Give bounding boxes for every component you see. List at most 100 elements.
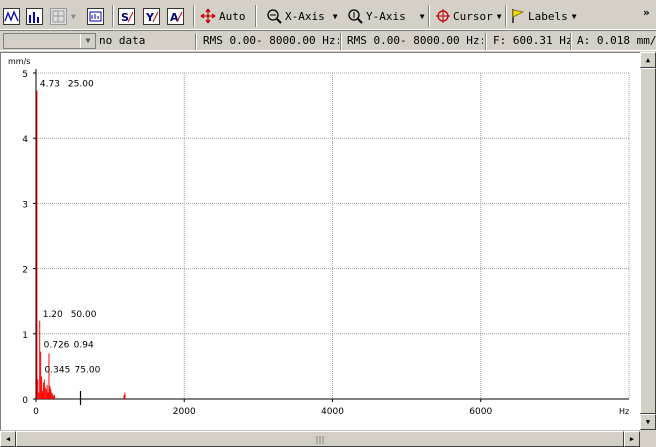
spectrum-bar <box>36 90 38 399</box>
y-tick-label: 2 <box>22 266 28 276</box>
y-axis-label: Y-Axis <box>366 9 406 23</box>
zoom-y-icon <box>348 9 363 24</box>
peak-order-label: 50.00 <box>71 310 97 320</box>
peak-order-label: 25.00 <box>68 80 94 90</box>
y-axis-menu[interactable]: Y-Axis ▼ <box>347 6 425 26</box>
peak-amplitude-label: 4.73 <box>40 80 60 90</box>
scale-a-icon: A <box>167 7 184 25</box>
toolbar-separator <box>505 5 507 27</box>
y-tick-label: 3 <box>22 200 28 210</box>
status-divider <box>570 33 572 50</box>
horizontal-scroll-thumb[interactable] <box>16 431 624 447</box>
spectrum-bar <box>54 395 56 399</box>
spectrum-bar <box>47 392 49 399</box>
filter-button[interactable] <box>87 6 104 26</box>
chevron-down-icon[interactable]: ▼ <box>80 34 95 48</box>
chevron-down-icon: ▼ <box>571 11 577 21</box>
spectrum-bar <box>38 392 40 399</box>
scrollbar-corner <box>640 430 656 447</box>
grid-view-icon <box>50 7 67 25</box>
spectrum-bar <box>53 395 55 399</box>
horizontal-scrollbar[interactable]: ◀ ▶ <box>0 430 640 447</box>
spectrum-bar <box>43 379 45 399</box>
peak-order-label: 75.00 <box>75 366 101 376</box>
spectrum-bar <box>39 320 41 399</box>
scale-y-button[interactable]: Y <box>143 6 160 26</box>
toolbar-overflow-button[interactable]: » <box>643 2 650 22</box>
flag-icon <box>512 9 525 23</box>
chevron-down-icon: ▼ <box>332 11 338 21</box>
x-axis-menu[interactable]: X-Axis ▼ <box>266 6 338 26</box>
vertical-scrollbar[interactable]: ▲ ▼ <box>640 52 656 430</box>
y-unit-label: mm/s <box>8 57 30 66</box>
status-divider <box>340 33 342 50</box>
amplitude-readout: A: 0.018 mm/s <box>577 34 656 47</box>
y-tick-label: 1 <box>22 331 28 341</box>
scroll-left-button[interactable]: ◀ <box>0 431 16 447</box>
vertical-scroll-thumb[interactable] <box>640 68 656 414</box>
measurement-select[interactable]: ▼ <box>3 33 96 49</box>
peak-amplitude-label: 0.726 <box>44 341 70 351</box>
move-arrows-icon <box>200 8 216 24</box>
spectrum-chart[interactable]: 0 1 2 3 4 5 0 2000 4000 6000 mm/s Hz 4.73 25.00 1.20 50… <box>1 53 640 430</box>
rms-readout-1: RMS 0.00- 8000.00 Hz: 9 <box>203 34 339 47</box>
cursor-menu[interactable]: Cursor ▼ <box>435 6 502 26</box>
cursor-label: Cursor <box>453 9 493 23</box>
chevron-down-icon: ▼ <box>419 11 425 21</box>
scroll-down-button[interactable]: ▼ <box>640 414 656 430</box>
auto-label: Auto <box>219 9 246 23</box>
spectrum-bar <box>123 395 125 399</box>
y-tick-label: 5 <box>22 70 28 80</box>
x-unit-label: Hz <box>619 407 629 416</box>
spectrum-bar <box>37 379 39 399</box>
toolbar-separator <box>255 5 257 27</box>
spectrum-bar <box>40 351 42 399</box>
status-bar: ▼ no data RMS 0.00- 8000.00 Hz: 9 RMS 0.… <box>0 30 656 51</box>
spectrum-bar <box>41 376 43 399</box>
filter-icon <box>87 7 104 25</box>
spectrum-bar <box>124 392 126 399</box>
scale-a-button[interactable]: A <box>167 6 184 26</box>
scroll-right-button[interactable]: ▶ <box>624 431 640 447</box>
spectrum-bar <box>42 382 44 399</box>
spectrum-bar <box>45 389 47 399</box>
x-axis-label: X-Axis <box>285 9 325 23</box>
scale-s-button[interactable]: S <box>118 6 135 26</box>
view-mode-dropdown[interactable]: ▼ <box>50 6 76 26</box>
grip-icon <box>316 436 324 444</box>
auto-button[interactable]: Auto <box>200 6 246 26</box>
peak-amplitude-label: 0.345 <box>45 366 71 376</box>
scale-s-icon: S <box>118 7 135 25</box>
spectrum-bar <box>48 353 50 399</box>
spectrum-bar <box>52 393 54 399</box>
waveform-icon <box>3 7 20 25</box>
scroll-up-button[interactable]: ▲ <box>640 52 656 68</box>
spectrum-bar <box>49 385 51 399</box>
scale-y-icon: Y <box>143 7 160 25</box>
toolbar: ▼ S Y A Auto X-Axis ▼ Y-Axis ▼ Cursor ▼ … <box>0 0 656 30</box>
spectrum-bar <box>41 391 43 399</box>
svg-text:S: S <box>121 11 129 24</box>
spectrum-bar <box>46 384 48 399</box>
peak-amplitude-label: 1.20 <box>43 310 63 320</box>
x-tick-label: 0 <box>33 407 39 417</box>
chevron-down-icon: ▼ <box>71 11 76 21</box>
y-tick-label: 4 <box>22 135 28 145</box>
peak-order-label: 0.94 <box>74 341 94 351</box>
toolbar-separator <box>428 5 430 27</box>
frequency-readout: F: 600.31 Hz <box>493 34 573 47</box>
labels-label: Labels <box>528 9 568 23</box>
labels-menu[interactable]: Labels ▼ <box>511 6 577 26</box>
time-waveform-button[interactable] <box>3 6 20 26</box>
x-tick-label: 2000 <box>173 407 196 417</box>
x-tick-label: 4000 <box>321 407 344 417</box>
y-tick-label: 0 <box>22 396 28 406</box>
svg-text:A: A <box>170 11 179 24</box>
toolbar-separator <box>112 5 114 27</box>
status-divider <box>195 33 197 50</box>
spectrum-button[interactable] <box>26 6 43 26</box>
toolbar-separator <box>193 5 195 27</box>
spectrum-plot[interactable]: 0 1 2 3 4 5 0 2000 4000 6000 mm/s Hz 4.73 25.00 1.20 50… <box>0 52 640 430</box>
spectrum-icon <box>26 7 43 25</box>
spectrum-bar <box>51 392 53 399</box>
